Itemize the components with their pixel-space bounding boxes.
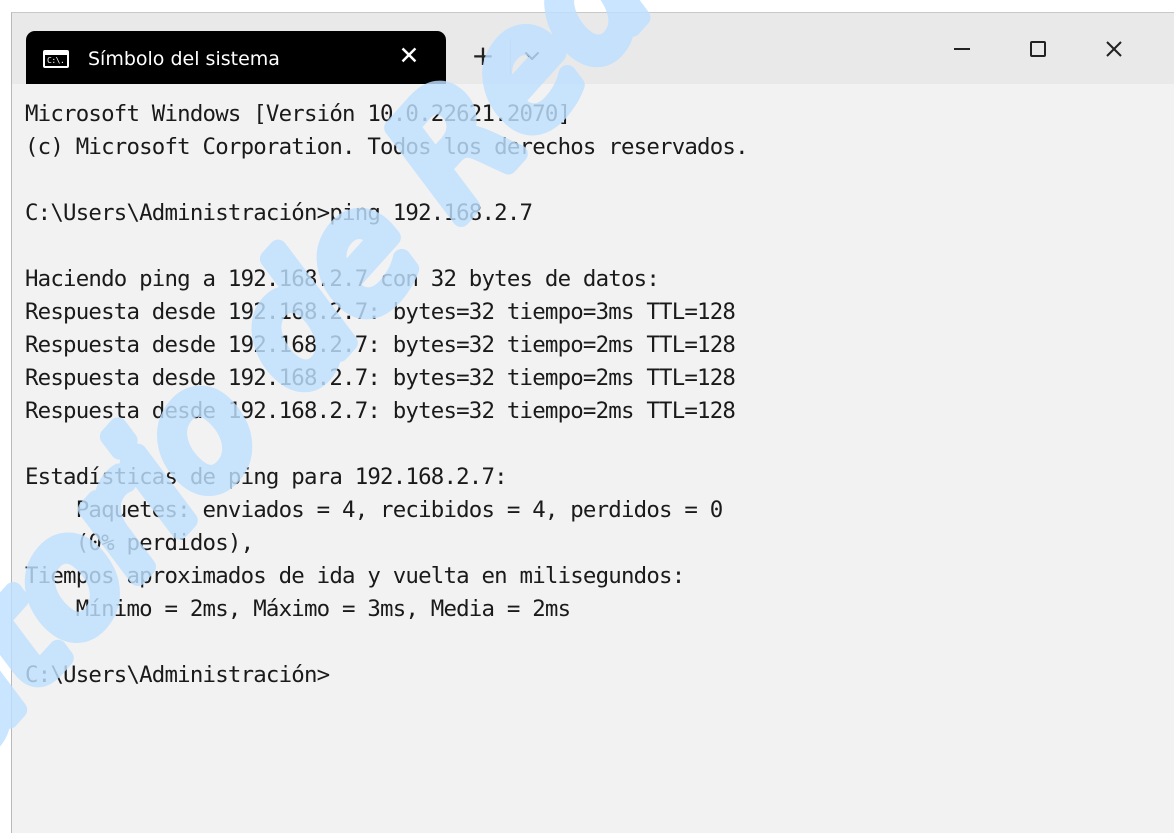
maximize-button[interactable] xyxy=(1010,31,1066,67)
terminal-window: C:\. Símbolo del sistema ✕ + Microsoft W… xyxy=(11,12,1174,833)
window-controls xyxy=(934,13,1174,84)
chevron-down-icon xyxy=(525,52,539,60)
terminal-line: Respuesta desde 192.168.2.7: bytes=32 ti… xyxy=(25,299,736,325)
terminal-line: Paquetes: enviados = 4, recibidos = 4, p… xyxy=(25,497,724,523)
terminal-line: Haciendo ping a 192.168.2.7 con 32 bytes… xyxy=(25,266,660,292)
terminal-line: (0% perdidos), xyxy=(25,530,254,556)
screenshot-page: C:\. Símbolo del sistema ✕ + Microsoft W… xyxy=(0,0,1174,833)
terminal-line: (c) Microsoft Corporation. Todos los der… xyxy=(25,134,749,160)
terminal-line: Respuesta desde 192.168.2.7: bytes=32 ti… xyxy=(25,332,736,358)
terminal-output[interactable]: Microsoft Windows [Versión 10.0.22621.20… xyxy=(25,98,1165,818)
terminal-line: Mínimo = 2ms, Máximo = 3ms, Media = 2ms xyxy=(25,596,571,622)
terminal-line: Estadísticas de ping para 192.168.2.7: xyxy=(25,464,508,490)
tab-divider xyxy=(510,39,511,75)
minimize-button[interactable] xyxy=(934,31,990,67)
new-tab-button[interactable]: + xyxy=(468,39,498,73)
tab-command-prompt[interactable]: C:\. Símbolo del sistema ✕ xyxy=(26,31,446,84)
terminal-line: Respuesta desde 192.168.2.7: bytes=32 ti… xyxy=(25,365,736,391)
maximize-icon xyxy=(1030,41,1046,57)
terminal-line: C:\Users\Administración>ping 192.168.2.7 xyxy=(25,200,533,226)
tab-close-button[interactable]: ✕ xyxy=(394,41,424,71)
command-prompt-icon-text: C:\. xyxy=(45,55,67,66)
command-prompt-icon: C:\. xyxy=(43,50,69,68)
close-icon xyxy=(1106,41,1122,57)
tab-title: Símbolo del sistema xyxy=(88,48,280,70)
minimize-icon xyxy=(954,48,970,50)
terminal-line: Microsoft Windows [Versión 10.0.22621.20… xyxy=(25,101,571,127)
close-window-button[interactable] xyxy=(1086,31,1142,67)
terminal-line: Tiempos aproximados de ida y vuelta en m… xyxy=(25,563,685,589)
terminal-line: Respuesta desde 192.168.2.7: bytes=32 ti… xyxy=(25,398,736,424)
tab-dropdown-button[interactable] xyxy=(518,41,546,71)
title-bar: C:\. Símbolo del sistema ✕ + xyxy=(12,13,1174,84)
terminal-line: C:\Users\Administración> xyxy=(25,662,330,688)
